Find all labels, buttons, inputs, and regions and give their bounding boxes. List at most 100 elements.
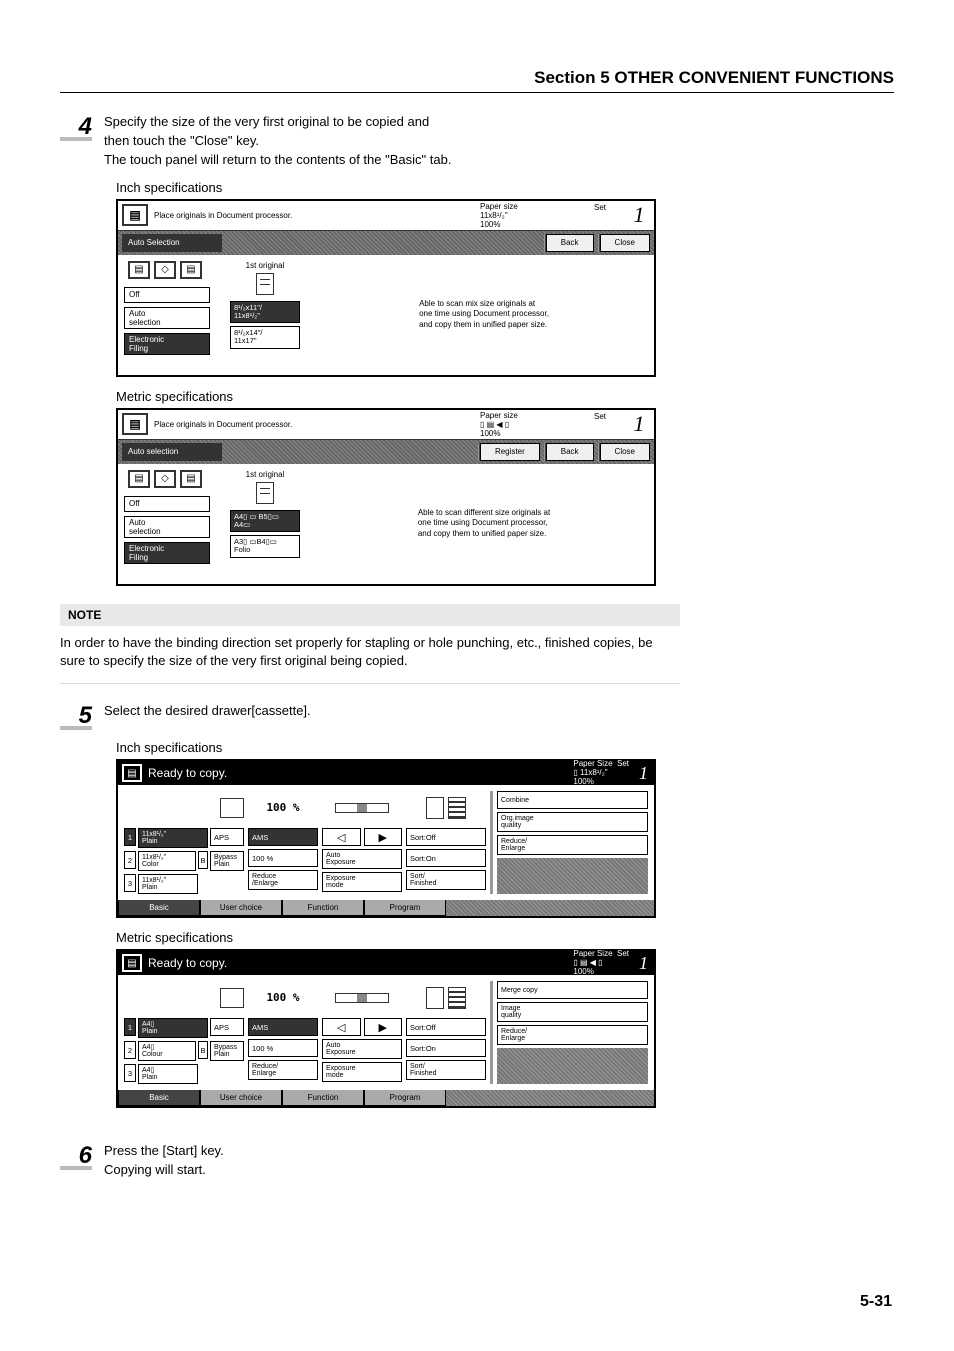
doc-icon: ▤ — [122, 954, 142, 972]
back-button[interactable]: Back — [546, 234, 594, 252]
exposure-right[interactable]: ▶ — [364, 828, 403, 846]
cassette-3[interactable]: 3 — [124, 1064, 136, 1082]
sort-off-button[interactable]: Sort:Off — [406, 828, 486, 846]
org-image-quality-button[interactable]: Org.image quality — [497, 812, 648, 832]
ams-button[interactable]: AMS — [248, 1018, 318, 1036]
bypass-info[interactable]: Bypass Plain — [210, 851, 244, 871]
paper-size-label: Paper size — [480, 202, 518, 211]
step-6-line2: Copying will start. — [104, 1162, 206, 1177]
metric-spec-label-2: Metric specifications — [116, 930, 894, 945]
orient-icon-2: ▤ — [180, 470, 202, 488]
first-original-label: 1st original — [246, 470, 285, 479]
arrow-icon: ◇ — [154, 470, 176, 488]
tab-user-choice[interactable]: User choice — [200, 1090, 282, 1106]
paper-size-block: Paper size ▯ ▤ ◀ ▯ 100% — [474, 410, 594, 439]
tab-auto-selection[interactable]: Auto selection — [122, 443, 222, 461]
sort-finished-button[interactable]: Sort/ Finished — [406, 870, 486, 890]
step-number-box: 4 — [60, 113, 92, 141]
step-number: 6 — [79, 1144, 92, 1168]
step-number: 4 — [79, 115, 92, 139]
size-chip-2[interactable]: 8¹/₂x14"/ 11x17" — [230, 326, 300, 349]
auto-exposure-button[interactable]: Auto Exposure — [322, 849, 402, 869]
reduce-enlarge-side-button[interactable]: Reduce/ Enlarge — [497, 1025, 648, 1045]
off-button[interactable]: Off — [124, 287, 210, 303]
sort-off-button[interactable]: Sort:Off — [406, 1018, 486, 1036]
panel-message: Place originals in Document processor. — [154, 410, 474, 439]
panel-bar: Auto Selection Back Close — [118, 231, 654, 255]
cassette-1[interactable]: 1 — [124, 1018, 136, 1036]
tab-function[interactable]: Function — [282, 1090, 364, 1106]
sort-icon-1 — [426, 797, 444, 819]
set-count: 1 — [624, 410, 654, 439]
tab-function[interactable]: Function — [282, 900, 364, 916]
cassette-3[interactable]: 3 — [124, 874, 136, 892]
close-button[interactable]: Close — [600, 443, 650, 461]
aps-button[interactable]: APS — [210, 828, 244, 846]
tab-basic[interactable]: Basic — [118, 900, 200, 916]
cassette-1[interactable]: 1 — [124, 828, 136, 846]
bypass-info[interactable]: Bypass Plain — [210, 1041, 244, 1061]
cassette-2[interactable]: 2 — [124, 1041, 136, 1059]
tab-user-choice[interactable]: User choice — [200, 900, 282, 916]
tab-auto-selection[interactable]: Auto Selection — [122, 234, 222, 252]
reduce-enlarge-button[interactable]: Reduce /Enlarge — [248, 870, 318, 890]
close-button[interactable]: Close — [600, 234, 650, 252]
note-divider — [60, 683, 680, 684]
tab-program[interactable]: Program — [364, 1090, 446, 1106]
note-block: NOTE In order to have the binding direct… — [60, 604, 894, 685]
reduce-enlarge-button[interactable]: Reduce/ Enlarge — [248, 1060, 318, 1080]
zoom-value: 100 % — [266, 991, 299, 1004]
exposure-left[interactable]: ◁ — [322, 828, 361, 846]
merge-copy-button[interactable]: Merge copy — [497, 981, 648, 999]
panel-message: Place originals in Document processor. — [154, 201, 474, 230]
electronic-filing-button[interactable]: Electronic Filing — [124, 542, 210, 564]
size-chip-1[interactable]: 8¹/₂x11"/ 11x8¹/₂" — [230, 301, 300, 324]
orient-icon-1: ▤ — [128, 470, 150, 488]
filler — [497, 1048, 648, 1084]
cassette-1-info[interactable]: A4▯ Plain — [138, 1018, 208, 1038]
set-count: 1 — [624, 201, 654, 230]
doc-icon: ▤ — [122, 764, 142, 782]
register-button[interactable]: Register — [480, 443, 540, 461]
auto-selection-button[interactable]: Auto selection — [124, 516, 210, 538]
sort-on-button[interactable]: Sort:On — [406, 1039, 486, 1057]
combine-button[interactable]: Combine — [497, 791, 648, 809]
reduce-enlarge-side-button[interactable]: Reduce/ Enlarge — [497, 835, 648, 855]
cassette-2-info[interactable]: 11x8¹/₂" Color — [138, 851, 196, 871]
electronic-filing-button[interactable]: Electronic Filing — [124, 333, 210, 355]
tabs-row: Basic User choice Function Program — [118, 900, 654, 916]
cassette-2-info[interactable]: A4▯ Colour — [138, 1041, 196, 1061]
zoom-100-button[interactable]: 100 % — [248, 849, 318, 867]
doc-icon: ▤ — [122, 204, 148, 226]
tab-basic[interactable]: Basic — [118, 1090, 200, 1106]
cassette-3-info[interactable]: 11x8¹/₂" Plain — [138, 874, 198, 894]
auto-exposure-button[interactable]: Auto Exposure — [322, 1039, 402, 1059]
zoom-100-button[interactable]: 100 % — [248, 1039, 318, 1057]
image-quality-button[interactable]: Image quality — [497, 1002, 648, 1022]
size-chip-1[interactable]: A4▯ ▭ B5▯▭ A4▭ — [230, 510, 300, 533]
sort-on-button[interactable]: Sort:On — [406, 849, 486, 867]
cassette-1-info[interactable]: 11x8¹/₂" Plain — [138, 828, 208, 848]
size-chip-2[interactable]: A3▯ ▭B4▯▭ Folio — [230, 535, 300, 558]
ams-button[interactable]: AMS — [248, 828, 318, 846]
paper-size-icons: ▯ ▤ ◀ ▯ — [480, 420, 509, 429]
auto-selection-button[interactable]: Auto selection — [124, 307, 210, 329]
step-4-line2: then touch the "Close" key. — [104, 133, 259, 148]
bypass-b[interactable]: B — [198, 851, 208, 869]
exposure-left[interactable]: ◁ — [322, 1018, 361, 1036]
inch-spec-label-1: Inch specifications — [116, 180, 894, 195]
tab-program[interactable]: Program — [364, 900, 446, 916]
exposure-mode-button[interactable]: Exposure mode — [322, 1062, 402, 1082]
exposure-mode-button[interactable]: Exposure mode — [322, 872, 402, 892]
exposure-right[interactable]: ▶ — [364, 1018, 403, 1036]
cassette-3-info[interactable]: A4▯ Plain — [138, 1064, 198, 1084]
sort-icon-2 — [448, 987, 466, 1009]
zoom-value: 100 % — [266, 801, 299, 814]
bypass-b[interactable]: B — [198, 1041, 208, 1059]
cassette-2[interactable]: 2 — [124, 851, 136, 869]
back-button[interactable]: Back — [546, 443, 594, 461]
aps-button[interactable]: APS — [210, 1018, 244, 1036]
off-button[interactable]: Off — [124, 496, 210, 512]
sort-finished-button[interactable]: Sort/ Finished — [406, 1060, 486, 1080]
orientation-icons: ▤◇▤ — [128, 470, 210, 488]
